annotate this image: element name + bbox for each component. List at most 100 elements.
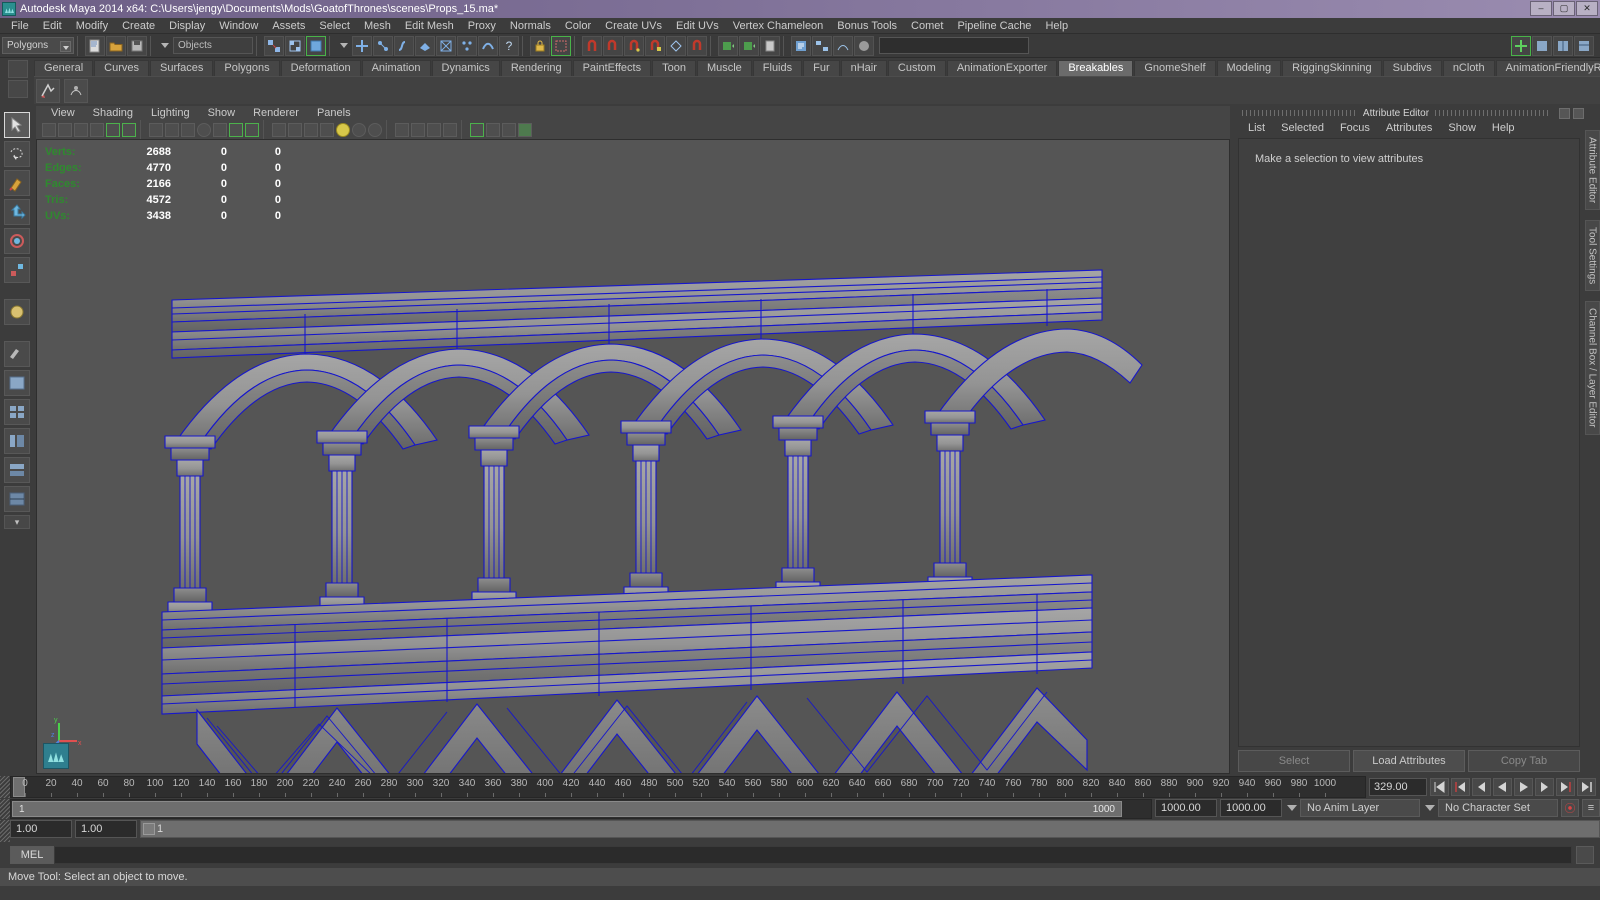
- sidebar-tool-toggle[interactable]: [1553, 35, 1573, 56]
- lighting-icon[interactable]: [245, 123, 259, 137]
- shelf-editor-button[interactable]: [8, 60, 28, 78]
- step-forward-frame-button[interactable]: [1535, 778, 1554, 796]
- menu-file[interactable]: File: [4, 18, 36, 34]
- exposure-icon[interactable]: [470, 123, 484, 137]
- range-slider[interactable]: 1 1000: [10, 799, 1152, 819]
- play-forwards-button[interactable]: [1514, 778, 1533, 796]
- shelf-tab-custom[interactable]: Custom: [887, 60, 946, 76]
- layout-single-perspective[interactable]: [4, 370, 30, 396]
- viewport-menu-view[interactable]: View: [42, 106, 84, 121]
- shelf-item-break-tool-icon[interactable]: [36, 78, 60, 103]
- copy-tab-button[interactable]: Copy Tab: [1468, 750, 1580, 772]
- open-scene-button[interactable]: [106, 35, 126, 56]
- menu-bonus-tools[interactable]: Bonus Tools: [830, 18, 904, 34]
- wireframe-on-shaded-icon[interactable]: [213, 123, 227, 137]
- ae-menu-selected[interactable]: Selected: [1273, 120, 1332, 136]
- character-set-combo[interactable]: No Character Set: [1438, 799, 1558, 817]
- menu-edit-uvs[interactable]: Edit UVs: [669, 18, 726, 34]
- minimize-button[interactable]: –: [1530, 1, 1552, 16]
- viewport-menu-renderer[interactable]: Renderer: [244, 106, 308, 121]
- menu-assets[interactable]: Assets: [265, 18, 312, 34]
- menu-mesh[interactable]: Mesh: [357, 18, 398, 34]
- time-slider[interactable]: 0 20 40 60 80 100 120 140 160 180 200 220 240 260 280 3…: [10, 776, 1366, 798]
- new-scene-button[interactable]: [85, 35, 105, 56]
- grease-pencil-icon[interactable]: [122, 123, 136, 137]
- select-button[interactable]: Select: [1238, 750, 1350, 772]
- shelf-tab-toon[interactable]: Toon: [652, 60, 696, 76]
- lasso-tool[interactable]: [4, 141, 30, 167]
- ae-menu-help[interactable]: Help: [1484, 120, 1523, 136]
- paint-selection-tool[interactable]: [4, 170, 30, 196]
- shelf-tab-modeling[interactable]: Modeling: [1216, 60, 1282, 76]
- animation-end-field[interactable]: 1000.00: [1220, 799, 1282, 817]
- menu-pipeline-cache[interactable]: Pipeline Cache: [950, 18, 1038, 34]
- gamma-icon[interactable]: [486, 123, 500, 137]
- animation-start-field[interactable]: 1000.00: [1155, 799, 1217, 817]
- vtab-tool-settings[interactable]: Tool Settings: [1584, 220, 1600, 292]
- snap-view-plane-button[interactable]: [645, 35, 665, 56]
- quick-search-input[interactable]: [879, 37, 1029, 54]
- maximize-button[interactable]: ▢: [1553, 1, 1575, 16]
- snap-curve-button[interactable]: [603, 35, 623, 56]
- menu-window[interactable]: Window: [212, 18, 265, 34]
- select-tool[interactable]: [4, 112, 30, 138]
- shelf-tab-animation[interactable]: Animation: [361, 60, 431, 76]
- close-button[interactable]: ✕: [1576, 1, 1598, 16]
- current-frame-field[interactable]: 329.00: [1369, 778, 1427, 796]
- help-mask-button[interactable]: ?: [499, 35, 519, 56]
- shelf-tab-fluids[interactable]: Fluids: [752, 60, 803, 76]
- go-to-start-button[interactable]: [1430, 778, 1449, 796]
- smooth-shade-icon[interactable]: [197, 123, 211, 137]
- last-tool-used[interactable]: [4, 341, 30, 367]
- shaded-icon[interactable]: [304, 123, 318, 137]
- ae-menu-focus[interactable]: Focus: [1332, 120, 1378, 136]
- menu-proxy[interactable]: Proxy: [461, 18, 503, 34]
- shelf-item-shatter-icon[interactable]: [64, 78, 88, 103]
- menu-create-uvs[interactable]: Create UVs: [598, 18, 669, 34]
- ipr-render-button[interactable]: [739, 35, 759, 56]
- shelf-tab-muscle[interactable]: Muscle: [696, 60, 752, 76]
- vertex-mask-button[interactable]: [352, 35, 372, 56]
- render-settings-button[interactable]: [760, 35, 780, 56]
- vtab-attribute-editor[interactable]: Attribute Editor: [1584, 130, 1600, 211]
- subdiv-mask-button[interactable]: [457, 35, 477, 56]
- open-graph-editor-button[interactable]: [833, 35, 853, 56]
- snap-point-button[interactable]: [624, 35, 644, 56]
- viewport-menu-lighting[interactable]: Lighting: [142, 106, 199, 121]
- vtab-channel-box-layer-editor[interactable]: Channel Box / Layer Editor: [1584, 301, 1600, 435]
- undock-icon[interactable]: [1559, 107, 1570, 119]
- light-yellow-icon[interactable]: [336, 123, 350, 137]
- playback-row-grip[interactable]: [0, 820, 10, 842]
- wireframe-icon[interactable]: [288, 123, 302, 137]
- camera-attributes-icon[interactable]: [58, 123, 72, 137]
- xray-joints-icon[interactable]: [181, 123, 195, 137]
- menu-edit-mesh[interactable]: Edit Mesh: [398, 18, 461, 34]
- animation-preferences-icon[interactable]: ≡: [1582, 799, 1600, 817]
- step-forward-key-button[interactable]: [1556, 778, 1575, 796]
- mel-language-label[interactable]: MEL: [10, 846, 54, 864]
- menu-vertex-chameleon[interactable]: Vertex Chameleon: [726, 18, 831, 34]
- shelf-tab-surfaces[interactable]: Surfaces: [149, 60, 214, 76]
- menu-modify[interactable]: Modify: [69, 18, 115, 34]
- shelf-tab-subdivs[interactable]: Subdivs: [1382, 60, 1442, 76]
- shadows-icon[interactable]: [272, 123, 286, 137]
- sidebar-attribute-toggle[interactable]: [1532, 35, 1552, 56]
- playback-range-bar[interactable]: 1: [140, 820, 1600, 838]
- shelf-tab-polygons[interactable]: Polygons: [214, 60, 280, 76]
- motion-blur-icon[interactable]: [427, 123, 441, 137]
- script-editor-icon[interactable]: [1576, 846, 1594, 864]
- ae-menu-show[interactable]: Show: [1440, 120, 1484, 136]
- move-tool[interactable]: [4, 199, 30, 225]
- step-back-frame-button[interactable]: [1472, 778, 1491, 796]
- scale-tool[interactable]: [4, 257, 30, 283]
- render-current-frame-button[interactable]: [718, 35, 738, 56]
- two-d-pan-zoom-icon[interactable]: [106, 123, 120, 137]
- sidebar-channel-toggle[interactable]: [1574, 35, 1594, 56]
- xray-icon[interactable]: [165, 123, 179, 137]
- shelf-tab-painteffects[interactable]: PaintEffects: [572, 60, 652, 76]
- shelf-tab-ncloth[interactable]: nCloth: [1442, 60, 1495, 76]
- occlusion-icon[interactable]: [411, 123, 425, 137]
- shelf-tab-general[interactable]: General: [34, 60, 94, 76]
- all-lights-icon[interactable]: [368, 123, 382, 137]
- menu-edit[interactable]: Edit: [36, 18, 69, 34]
